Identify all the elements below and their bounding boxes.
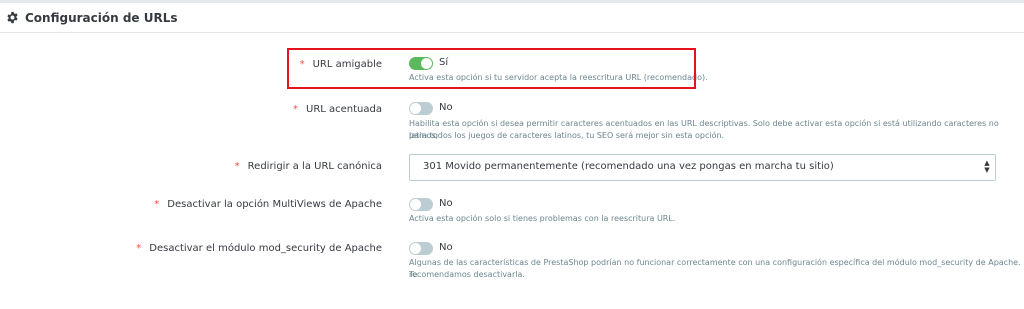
required-marker: * [234,161,240,172]
required-marker: * [154,199,160,210]
toggle-knob [410,103,421,114]
toggle-knob [410,243,421,254]
canonical-redirect-label: * Redirigir a la URL canónica [234,161,382,172]
multiviews-toggle[interactable] [409,198,433,211]
select-value: 301 Movido permanentemente (recomendado … [423,161,834,172]
canonical-redirect-select[interactable]: 301 Movido permanentemente (recomendado … [409,154,996,181]
panel-title: Configuración de URLs [25,11,178,25]
accented-url-value: No [439,102,453,113]
mod-security-value: No [439,242,453,253]
accented-url-help-line2: para todos los juegos de caracteres lati… [409,131,725,140]
required-marker: * [136,243,142,254]
accented-url-label: * URL acentuada [293,104,382,115]
accented-url-toggle[interactable] [409,102,433,115]
toggle-knob [410,199,421,210]
gear-icon [7,11,18,24]
mod-security-toggle[interactable] [409,242,433,255]
required-marker: * [293,104,298,115]
panel-header: Configuración de URLs [0,3,1024,33]
mod-security-help-line2: recomendamos desactivarla. [409,270,525,279]
updown-arrows-icon: ▲ ▼ [984,159,990,174]
multiviews-label: * Desactivar la opción MultiViews de Apac… [154,199,382,210]
mod-security-label: * Desactivar el módulo mod_security de Ap… [136,243,382,254]
multiviews-help: Activa esta opción solo si tienes proble… [409,214,676,223]
highlight-box [287,48,696,89]
multiviews-value: No [439,198,453,209]
